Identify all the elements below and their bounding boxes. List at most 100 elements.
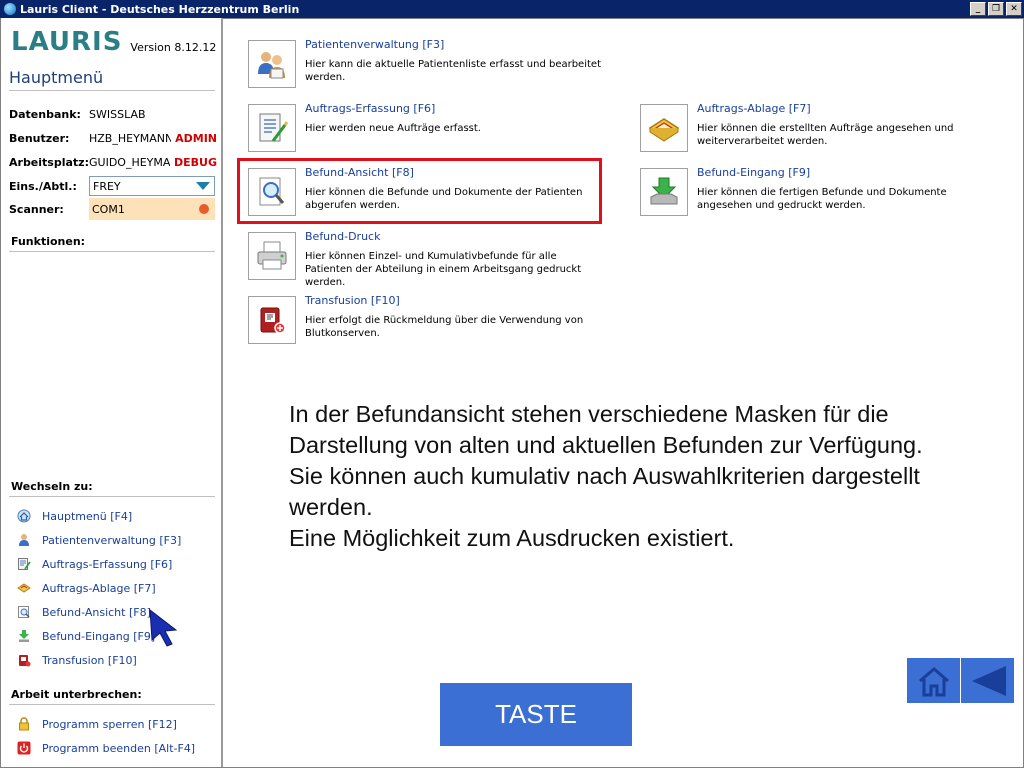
nav-befund-ansicht[interactable]: Befund-Ansicht [F8] [17, 603, 151, 621]
nav-befund-eingang[interactable]: Befund-Eingang [F9] [17, 627, 155, 645]
download-tray-icon [19, 630, 29, 642]
divider [9, 90, 215, 91]
blood-bag-icon [19, 655, 31, 667]
info-datenbank: Datenbank: SWISSLAB [9, 104, 217, 124]
tile-title: Befund-Eingang [F9] [697, 166, 811, 179]
tile-description: Hier können Einzel- und Kumulativbefunde… [305, 251, 582, 288]
arbeitsplatz-label: Arbeitsplatz: [9, 155, 89, 169]
nav-label: Transfusion [F10] [42, 653, 137, 667]
nav-programm-beenden[interactable]: Programm beenden [Alt-F4] [17, 739, 195, 757]
nav-auftrags-erfassung[interactable]: Auftrags-Erfassung [F6] [17, 555, 172, 573]
nav-programm-sperren[interactable]: Programm sperren [F12] [17, 715, 177, 733]
info-arbeitsplatz: Arbeitsplatz: GUIDO_HEYMAN DEBUG [9, 152, 217, 172]
sidebar: LAURIS Version 8.12.12 Hauptmenü Datenba… [1, 18, 223, 767]
eins-label: Eins./Abtl.: [9, 179, 77, 193]
tile-befund-druck[interactable]: Befund-Druck Hier können Einzel- und Kum… [248, 230, 605, 289]
tile-patientenverwaltung[interactable]: Patientenverwaltung [F3] Hier kann die a… [248, 38, 605, 88]
tile-icon-box [248, 232, 296, 280]
chevron-down-icon [196, 182, 210, 190]
tile-description: Hier können die erstellten Aufträge ange… [697, 123, 954, 147]
scanner-status-icon [199, 204, 209, 214]
tile-transfusion[interactable]: Transfusion [F10] Hier erfolgt die Rückm… [248, 294, 590, 344]
nav-hauptmenu[interactable]: Hauptmenü [F4] [17, 507, 132, 525]
person-icon [19, 534, 29, 546]
home-icon [17, 509, 31, 523]
nav-label: Programm beenden [Alt-F4] [42, 741, 196, 755]
eins-value: FREY [93, 179, 121, 193]
nav-auftrags-ablage[interactable]: Auftrags-Ablage [F7] [17, 579, 156, 597]
lock-icon [19, 717, 29, 731]
taste-button[interactable]: TASTE [440, 683, 632, 746]
tutorial-line: In der Befundansicht stehen verschiedene… [289, 401, 889, 427]
eins-select[interactable]: FREY [89, 176, 215, 196]
lauris-logo: LAURIS [11, 27, 123, 57]
nav-label: Befund-Eingang [F9] [42, 629, 156, 643]
datenbank-value: SWISSLAB [89, 107, 146, 121]
tile-title: Patientenverwaltung [F3] [305, 38, 445, 51]
download-tray-icon [650, 177, 678, 205]
back-button[interactable] [961, 658, 1014, 703]
benutzer-label: Benutzer: [9, 131, 70, 145]
magnifier-document-icon [18, 606, 30, 618]
info-eins: Eins./Abtl.: FREY [9, 176, 217, 196]
nav-label: Auftrags-Erfassung [F6] [42, 557, 173, 571]
tile-auftrags-erfassung[interactable]: Auftrags-Erfassung [F6] Hier werden neue… [248, 102, 605, 152]
tutorial-line: Sie können auch kumulativ nach Auswahlkr… [289, 463, 920, 489]
tutorial-line: werden. [289, 494, 373, 520]
nav-patientenverwaltung[interactable]: Patientenverwaltung [F3] [17, 531, 181, 549]
nav-label: Hauptmenü [F4] [42, 509, 133, 523]
blood-bag-icon [260, 307, 286, 334]
nav-label: Auftrags-Ablage [F7] [42, 581, 156, 595]
form-edit-icon [259, 113, 289, 142]
admin-badge: ADMIN [175, 131, 217, 145]
scanner-value: COM1 [92, 202, 125, 216]
divider [9, 496, 215, 497]
tile-icon-box [248, 104, 296, 152]
close-button[interactable]: ✕ [1006, 2, 1022, 16]
tile-icon-box [640, 168, 688, 216]
nav-label: Patientenverwaltung [F3] [42, 533, 182, 547]
highlight-frame [237, 158, 602, 224]
app-globe-icon [4, 3, 16, 15]
pointer-arrow-icon [149, 608, 178, 647]
form-edit-icon [18, 558, 31, 570]
info-benutzer: Benutzer: HZB_HEYMANNG ADMIN [9, 128, 217, 148]
unterbrechen-label: Arbeit unterbrechen: [11, 688, 142, 701]
tile-icon-box [248, 40, 296, 88]
arbeitsplatz-value: GUIDO_HEYMAN [89, 155, 170, 169]
window-title: Lauris Client - Deutsches Herzzentrum Be… [20, 2, 300, 16]
tile-title: Befund-Druck [305, 230, 381, 243]
tile-icon-box [640, 104, 688, 152]
benutzer-value: HZB_HEYMANNG [89, 131, 172, 145]
restore-button[interactable]: ❐ [988, 2, 1004, 16]
home-button[interactable] [907, 658, 960, 703]
tile-description: Hier können die fertigen Befunde und Dok… [697, 187, 947, 211]
tile-title: Auftrags-Erfassung [F6] [305, 102, 436, 115]
divider [9, 704, 215, 705]
window-titlebar[interactable]: Lauris Client - Deutsches Herzzentrum Be… [0, 0, 1024, 18]
patients-icon [258, 52, 285, 79]
tutorial-line: Eine Möglichkeit zum Ausdrucken existier… [289, 525, 735, 551]
tutorial-line: Darstellung von alten und aktuellen Befu… [289, 432, 923, 458]
home-icon [918, 666, 949, 696]
minimize-button[interactable]: _ [970, 2, 986, 16]
wechseln-label: Wechseln zu: [11, 480, 93, 493]
sidebar-heading: Hauptmenü [9, 68, 104, 87]
tutorial-text: In der Befundansicht stehen verschiedene… [289, 399, 1009, 554]
datenbank-label: Datenbank: [9, 107, 81, 121]
nav-label: Befund-Ansicht [F8] [42, 605, 151, 619]
version-label: Version 8.12.12 [130, 41, 217, 54]
tile-auftrags-ablage[interactable]: Auftrags-Ablage [F7] Hier können die ers… [640, 102, 967, 152]
scanner-field[interactable]: COM1 [89, 198, 215, 220]
tile-icon-box [248, 296, 296, 344]
back-triangle-icon [971, 665, 1006, 696]
funktionen-label: Funktionen: [11, 235, 86, 248]
tile-befund-eingang[interactable]: Befund-Eingang [F9] Hier können die fert… [640, 166, 1002, 216]
scanner-label: Scanner: [9, 202, 64, 216]
nav-transfusion[interactable]: Transfusion [F10] [17, 651, 137, 669]
tile-title: Auftrags-Ablage [F7] [697, 102, 811, 115]
tile-title: Transfusion [F10] [305, 294, 400, 307]
info-scanner: Scanner: COM1 [9, 198, 217, 220]
tile-description: Hier kann die aktuelle Patientenliste er… [305, 59, 601, 83]
debug-badge: DEBUG [174, 155, 217, 169]
